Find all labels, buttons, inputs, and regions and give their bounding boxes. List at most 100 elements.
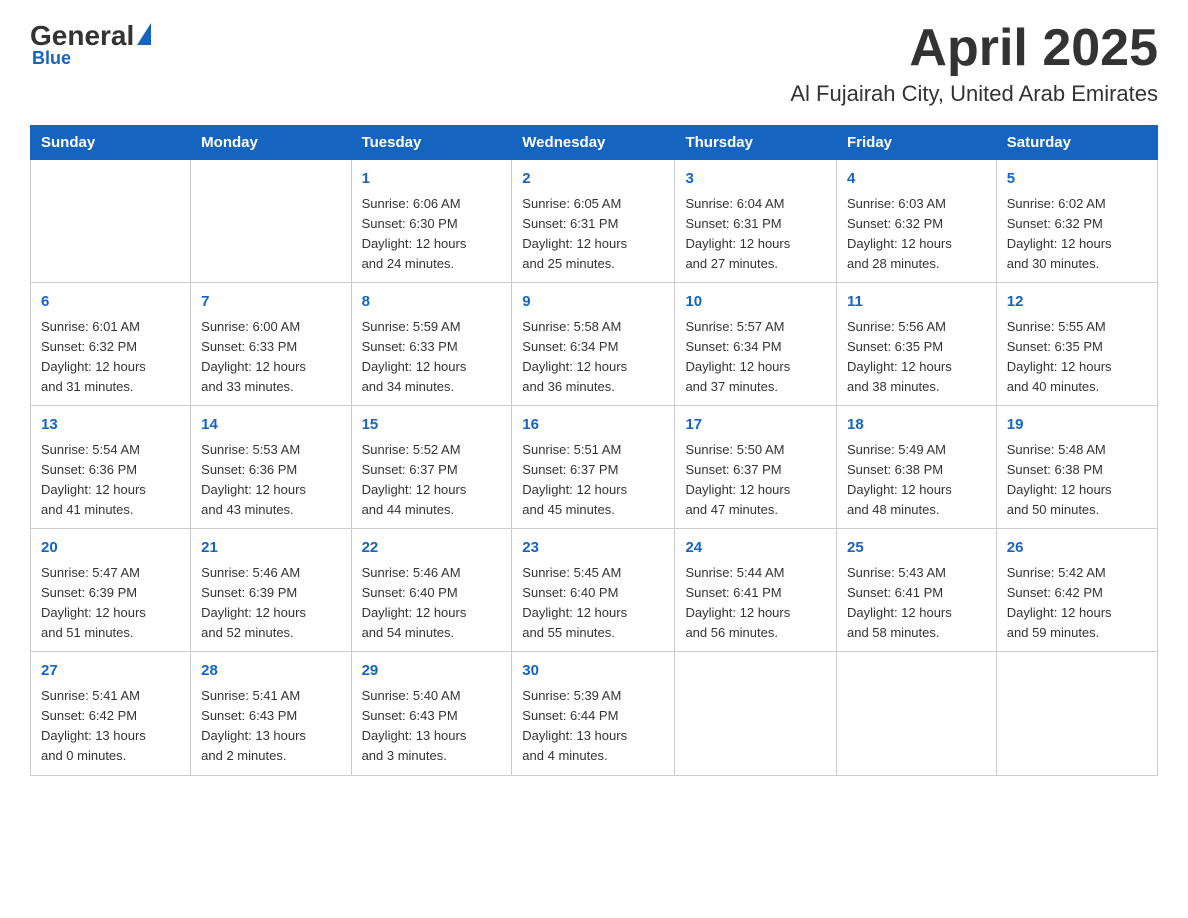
day-number: 25: [847, 537, 986, 560]
day-info: Sunrise: 5:56 AMSunset: 6:35 PMDaylight:…: [847, 317, 986, 398]
table-row: 6Sunrise: 6:01 AMSunset: 6:32 PMDaylight…: [31, 283, 191, 406]
calendar-week-row: 6Sunrise: 6:01 AMSunset: 6:32 PMDaylight…: [31, 283, 1158, 406]
day-info: Sunrise: 5:43 AMSunset: 6:41 PMDaylight:…: [847, 563, 986, 644]
day-number: 9: [522, 291, 664, 314]
day-number: 13: [41, 414, 180, 437]
day-number: 14: [201, 414, 340, 437]
day-number: 8: [362, 291, 502, 314]
col-sunday: Sunday: [31, 126, 191, 160]
day-number: 2: [522, 168, 664, 191]
day-info: Sunrise: 5:58 AMSunset: 6:34 PMDaylight:…: [522, 317, 664, 398]
day-info: Sunrise: 5:41 AMSunset: 6:43 PMDaylight:…: [201, 686, 340, 767]
day-number: 24: [685, 537, 826, 560]
table-row: 27 Sunrise: 5:41 AMSunset: 6:42 PMDayligh…: [31, 652, 191, 775]
day-number: 1: [362, 168, 502, 191]
day-number: 21: [201, 537, 340, 560]
table-row: 1 Sunrise: 6:06 AMSunset: 6:30 PMDaylight…: [351, 160, 512, 283]
col-saturday: Saturday: [996, 126, 1157, 160]
day-info: Sunrise: 6:03 AMSunset: 6:32 PMDaylight:…: [847, 194, 986, 275]
day-number: 30: [522, 660, 664, 683]
logo-triangle-icon: [137, 23, 151, 45]
day-number: 4: [847, 168, 986, 191]
table-row: [191, 160, 351, 283]
day-info: Sunrise: 6:02 AMSunset: 6:32 PMDaylight:…: [1007, 194, 1147, 275]
day-info: Sunrise: 5:42 AMSunset: 6:42 PMDaylight:…: [1007, 563, 1147, 644]
table-row: 15Sunrise: 5:52 AMSunset: 6:37 PMDayligh…: [351, 406, 512, 529]
day-info: Sunrise: 5:39 AMSunset: 6:44 PMDaylight:…: [522, 686, 664, 767]
day-number: 29: [362, 660, 502, 683]
month-year-title: April 2025: [790, 20, 1158, 77]
day-info: Sunrise: 5:41 AMSunset: 6:42 PMDaylight:…: [41, 686, 180, 767]
table-row: [836, 652, 996, 775]
table-row: 11 Sunrise: 5:56 AMSunset: 6:35 PMDayligh…: [836, 283, 996, 406]
table-row: [675, 652, 837, 775]
day-info: Sunrise: 5:51 AMSunset: 6:37 PMDaylight:…: [522, 440, 664, 521]
table-row: 14Sunrise: 5:53 AMSunset: 6:36 PMDayligh…: [191, 406, 351, 529]
day-number: 18: [847, 414, 986, 437]
page-header: General Blue April 2025 Al Fujairah City…: [30, 20, 1158, 107]
location-subtitle: Al Fujairah City, United Arab Emirates: [790, 81, 1158, 107]
table-row: 17 Sunrise: 5:50 AMSunset: 6:37 PMDayligh…: [675, 406, 837, 529]
col-thursday: Thursday: [675, 126, 837, 160]
col-tuesday: Tuesday: [351, 126, 512, 160]
day-info: Sunrise: 6:01 AMSunset: 6:32 PMDaylight:…: [41, 317, 180, 398]
table-row: 9 Sunrise: 5:58 AMSunset: 6:34 PMDaylight…: [512, 283, 675, 406]
day-number: 7: [201, 291, 340, 314]
day-number: 26: [1007, 537, 1147, 560]
table-row: 26 Sunrise: 5:42 AMSunset: 6:42 PMDayligh…: [996, 529, 1157, 652]
day-info: Sunrise: 6:05 AMSunset: 6:31 PMDaylight:…: [522, 194, 664, 275]
table-row: 28Sunrise: 5:41 AMSunset: 6:43 PMDayligh…: [191, 652, 351, 775]
table-row: 24 Sunrise: 5:44 AMSunset: 6:41 PMDayligh…: [675, 529, 837, 652]
calendar-week-row: 13 Sunrise: 5:54 AMSunset: 6:36 PMDayligh…: [31, 406, 1158, 529]
calendar-week-row: 27 Sunrise: 5:41 AMSunset: 6:42 PMDayligh…: [31, 652, 1158, 775]
day-number: 10: [685, 291, 826, 314]
day-info: Sunrise: 5:50 AMSunset: 6:37 PMDaylight:…: [685, 440, 826, 521]
table-row: 4 Sunrise: 6:03 AMSunset: 6:32 PMDaylight…: [836, 160, 996, 283]
day-number: 5: [1007, 168, 1147, 191]
table-row: 21 Sunrise: 5:46 AMSunset: 6:39 PMDayligh…: [191, 529, 351, 652]
table-row: 29 Sunrise: 5:40 AMSunset: 6:43 PMDayligh…: [351, 652, 512, 775]
day-info: Sunrise: 5:46 AMSunset: 6:39 PMDaylight:…: [201, 563, 340, 644]
day-info: Sunrise: 5:45 AMSunset: 6:40 PMDaylight:…: [522, 563, 664, 644]
day-number: 27: [41, 660, 180, 683]
day-number: 16: [522, 414, 664, 437]
day-info: Sunrise: 5:40 AMSunset: 6:43 PMDaylight:…: [362, 686, 502, 767]
table-row: [996, 652, 1157, 775]
col-monday: Monday: [191, 126, 351, 160]
table-row: 25 Sunrise: 5:43 AMSunset: 6:41 PMDayligh…: [836, 529, 996, 652]
day-info: Sunrise: 5:44 AMSunset: 6:41 PMDaylight:…: [685, 563, 826, 644]
day-info: Sunrise: 6:00 AMSunset: 6:33 PMDaylight:…: [201, 317, 340, 398]
table-row: 18 Sunrise: 5:49 AMSunset: 6:38 PMDayligh…: [836, 406, 996, 529]
table-row: 16 Sunrise: 5:51 AMSunset: 6:37 PMDayligh…: [512, 406, 675, 529]
col-wednesday: Wednesday: [512, 126, 675, 160]
day-number: 12: [1007, 291, 1147, 314]
table-row: 10 Sunrise: 5:57 AMSunset: 6:34 PMDayligh…: [675, 283, 837, 406]
day-info: Sunrise: 6:06 AMSunset: 6:30 PMDaylight:…: [362, 194, 502, 275]
calendar-table: Sunday Monday Tuesday Wednesday Thursday…: [30, 125, 1158, 775]
calendar-week-row: 20Sunrise: 5:47 AMSunset: 6:39 PMDayligh…: [31, 529, 1158, 652]
day-info: Sunrise: 5:46 AMSunset: 6:40 PMDaylight:…: [362, 563, 502, 644]
day-info: Sunrise: 5:57 AMSunset: 6:34 PMDaylight:…: [685, 317, 826, 398]
day-number: 19: [1007, 414, 1147, 437]
day-info: Sunrise: 5:59 AMSunset: 6:33 PMDaylight:…: [362, 317, 502, 398]
table-row: 13 Sunrise: 5:54 AMSunset: 6:36 PMDayligh…: [31, 406, 191, 529]
day-number: 11: [847, 291, 986, 314]
table-row: 3Sunrise: 6:04 AMSunset: 6:31 PMDaylight…: [675, 160, 837, 283]
table-row: 5 Sunrise: 6:02 AMSunset: 6:32 PMDaylight…: [996, 160, 1157, 283]
table-row: 23Sunrise: 5:45 AMSunset: 6:40 PMDayligh…: [512, 529, 675, 652]
table-row: 30 Sunrise: 5:39 AMSunset: 6:44 PMDayligh…: [512, 652, 675, 775]
day-number: 20: [41, 537, 180, 560]
day-number: 15: [362, 414, 502, 437]
day-info: Sunrise: 5:55 AMSunset: 6:35 PMDaylight:…: [1007, 317, 1147, 398]
table-row: 2 Sunrise: 6:05 AMSunset: 6:31 PMDaylight…: [512, 160, 675, 283]
day-info: Sunrise: 5:54 AMSunset: 6:36 PMDaylight:…: [41, 440, 180, 521]
logo: General Blue: [30, 20, 151, 69]
day-info: Sunrise: 5:49 AMSunset: 6:38 PMDaylight:…: [847, 440, 986, 521]
day-number: 17: [685, 414, 826, 437]
day-number: 22: [362, 537, 502, 560]
table-row: 7 Sunrise: 6:00 AMSunset: 6:33 PMDaylight…: [191, 283, 351, 406]
col-friday: Friday: [836, 126, 996, 160]
table-row: 22 Sunrise: 5:46 AMSunset: 6:40 PMDayligh…: [351, 529, 512, 652]
table-row: 8 Sunrise: 5:59 AMSunset: 6:33 PMDaylight…: [351, 283, 512, 406]
title-area: April 2025 Al Fujairah City, United Arab…: [790, 20, 1158, 107]
